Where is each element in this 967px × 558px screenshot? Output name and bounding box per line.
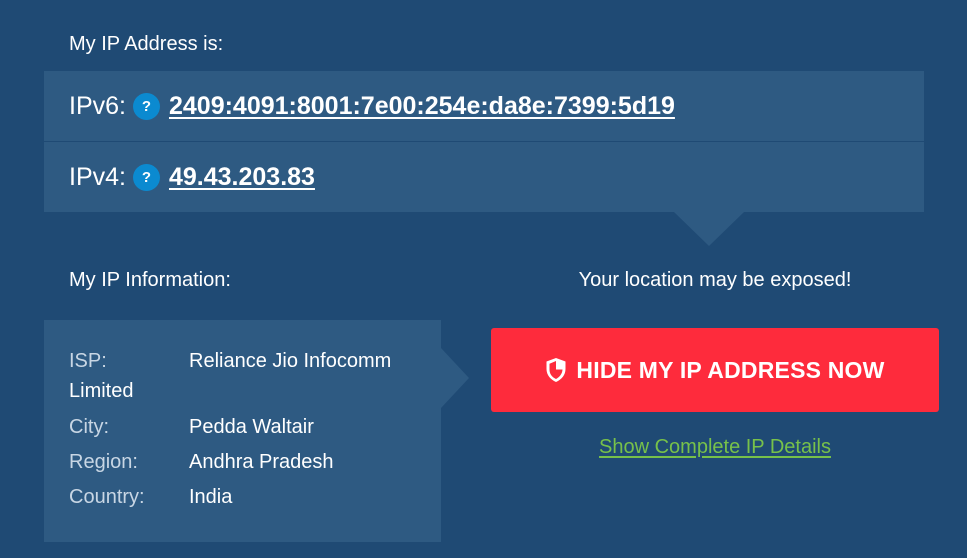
ipv4-label: IPv4:: [69, 162, 126, 191]
city-label: City:: [69, 416, 109, 438]
ip-address-panel: IPv6: ? 2409:4091:8001:7e00:254e:da8e:73…: [44, 71, 924, 212]
ipv6-help-icon[interactable]: ?: [132, 92, 160, 120]
ipv6-address-link[interactable]: 2409:4091:8001:7e00:254e:da8e:7399:5d19: [169, 92, 675, 121]
ipv6-row: IPv6: ? 2409:4091:8001:7e00:254e:da8e:73…: [44, 71, 924, 142]
ipv4-help-icon[interactable]: ?: [132, 163, 160, 191]
ipv4-row: IPv4: ? 49.43.203.83: [44, 142, 924, 212]
ip-information-panel: ISP: Reliance Jio Infocomm Limited City:…: [44, 320, 441, 542]
isp-value-continued: Limited: [69, 380, 134, 402]
panel-pointer-arrow: [674, 212, 744, 246]
shield-icon: [546, 358, 566, 382]
region-label: Region:: [69, 451, 138, 473]
ipv4-address-link[interactable]: 49.43.203.83: [169, 163, 315, 192]
city-value: Pedda Waltair: [189, 416, 314, 438]
info-pointer-arrow: [441, 348, 469, 408]
isp-label: ISP:: [69, 350, 107, 372]
show-ip-details-link[interactable]: Show Complete IP Details: [491, 436, 939, 459]
region-value: Andhra Pradesh: [189, 451, 334, 473]
hide-ip-button-label: HIDE MY IP ADDRESS NOW: [576, 356, 885, 383]
ip-checker-page: My IP Address is: IPv6: ? 2409:4091:8001…: [0, 0, 967, 558]
ip-address-heading: My IP Address is:: [69, 33, 224, 55]
location-exposed-warning: Your location may be exposed!: [578, 269, 852, 291]
isp-value: Reliance Jio Infocomm: [189, 350, 392, 372]
ip-information-heading: My IP Information:: [69, 269, 231, 291]
country-label: Country:: [69, 486, 145, 508]
country-value: India: [189, 486, 233, 508]
ipv6-label: IPv6:: [69, 91, 126, 120]
isp-row: ISP: Reliance Jio Infocomm Limited: [69, 346, 429, 408]
hide-ip-button[interactable]: HIDE MY IP ADDRESS NOW: [491, 328, 939, 412]
